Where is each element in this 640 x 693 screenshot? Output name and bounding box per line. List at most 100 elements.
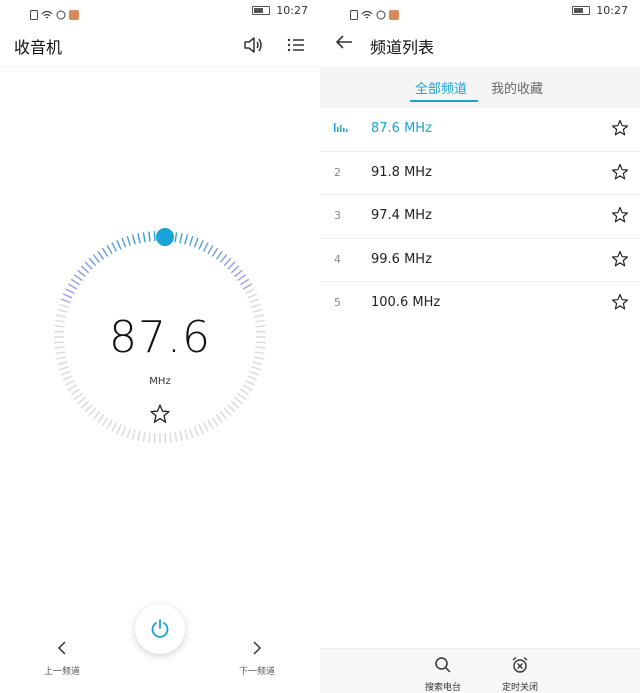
- dial-tick: [219, 411, 228, 420]
- search-icon: [435, 657, 451, 673]
- dial-tick: [106, 244, 113, 255]
- dial-tick: [92, 411, 101, 420]
- dial-tick: [148, 231, 151, 242]
- status-right: 10:27: [572, 4, 628, 17]
- dial-tick: [245, 288, 255, 295]
- star-icon: [611, 250, 629, 267]
- favorite-toggle[interactable]: [610, 162, 630, 182]
- dial-tick: [148, 432, 151, 443]
- dial-tick: [60, 298, 71, 304]
- speaker-button[interactable]: [240, 32, 266, 58]
- dial-tick: [111, 242, 118, 252]
- page-title: 频道列表: [370, 38, 435, 57]
- dial-tick: [97, 414, 105, 424]
- tab-all-channels[interactable]: 全部频道: [415, 78, 467, 97]
- dial-tick: [97, 250, 105, 260]
- status-time: 10:27: [276, 4, 308, 17]
- chevron-right-icon: [253, 641, 262, 655]
- tab-favorites[interactable]: 我的收藏: [491, 78, 543, 97]
- back-button[interactable]: [334, 32, 358, 56]
- list-icon: [287, 38, 304, 52]
- dial-tick: [80, 265, 90, 274]
- dial-tick: [65, 288, 75, 295]
- channel-frequency: 99.6 MHz: [371, 251, 432, 267]
- nfc-icon: [56, 5, 66, 24]
- channel-row[interactable]: 3 97.4 MHz: [320, 195, 640, 239]
- dial-tick: [101, 247, 109, 257]
- channel-row[interactable]: 2 91.8 MHz: [320, 152, 640, 196]
- dial-tick: [227, 404, 236, 413]
- status-icons: [350, 5, 399, 24]
- dial-tick: [193, 237, 199, 248]
- dial-tick: [219, 254, 228, 263]
- dial-tick: [84, 261, 93, 270]
- favorite-toggle[interactable]: [610, 249, 630, 269]
- nfc-icon: [376, 5, 386, 24]
- dial-tick: [70, 388, 80, 396]
- next-channel-label: 下一频道: [238, 667, 275, 677]
- favorite-button[interactable]: [148, 402, 172, 426]
- dial-tick: [111, 422, 118, 432]
- star-icon: [611, 163, 629, 180]
- dial-tick: [73, 392, 83, 400]
- battery-icon: [252, 6, 271, 15]
- dial-tick: [251, 303, 262, 308]
- power-button[interactable]: [135, 604, 185, 654]
- dial-tick: [84, 404, 93, 413]
- star-icon: [611, 207, 629, 223]
- dial-tick: [223, 257, 232, 267]
- dial-tick: [237, 274, 247, 282]
- dial-tick: [211, 247, 219, 257]
- next-channel-button[interactable]: 下一频道: [217, 640, 297, 677]
- battery-icon: [572, 6, 591, 15]
- channel-row[interactable]: 87.6 MHz: [320, 108, 640, 152]
- dial-tick: [137, 430, 141, 441]
- favorite-toggle[interactable]: [610, 205, 630, 225]
- sleep-timer-label: 定时关闭: [501, 683, 538, 693]
- status-time: 10:27: [596, 4, 628, 17]
- dial-tick: [247, 293, 258, 299]
- dial-tick: [116, 239, 122, 250]
- sleep-timer-button[interactable]: 定时关闭: [490, 656, 550, 693]
- dial-tick: [58, 366, 69, 371]
- dial-tick: [189, 235, 194, 246]
- speaker-icon: [244, 37, 262, 53]
- dial-tick: [164, 432, 167, 443]
- dial-tick: [88, 407, 97, 417]
- prev-channel-button[interactable]: 上一频道: [22, 640, 102, 677]
- alarm-off-icon: [512, 656, 528, 673]
- favorite-toggle[interactable]: [610, 118, 630, 138]
- dial-tick: [189, 428, 194, 439]
- dial-tick: [223, 407, 232, 417]
- search-stations-button[interactable]: 搜索电台: [413, 656, 473, 693]
- dial-tick: [211, 417, 219, 427]
- dial-tick: [251, 366, 262, 371]
- status-bar: 10:27: [0, 0, 320, 24]
- favorite-toggle[interactable]: [610, 292, 630, 312]
- page-title: 收音机: [14, 38, 63, 57]
- dial-tick: [142, 232, 146, 243]
- dial-tick: [126, 428, 131, 439]
- channel-row[interactable]: 4 99.6 MHz: [320, 239, 640, 283]
- dial-tick: [179, 430, 183, 441]
- dial-tick: [58, 303, 69, 308]
- status-right: 10:27: [252, 4, 308, 17]
- dial-tick: [237, 392, 247, 400]
- channel-frequency: 91.8 MHz: [371, 164, 432, 180]
- channel-index: 3: [334, 209, 341, 223]
- frequency-unit: MHz: [149, 376, 171, 387]
- dial-tick: [227, 261, 236, 270]
- dial-tick: [193, 426, 199, 437]
- list-header: 频道列表: [320, 24, 640, 66]
- dial-tick: [67, 283, 78, 290]
- channel-list-button[interactable]: [283, 32, 309, 58]
- app-notification-icon: [389, 5, 399, 24]
- dial-tick: [131, 234, 136, 245]
- dial-knob[interactable]: [156, 228, 174, 246]
- sim-icon: [30, 5, 38, 24]
- dial-tick: [230, 265, 240, 274]
- sim-icon: [350, 5, 358, 24]
- wifi-icon: [41, 5, 53, 24]
- dial-tick: [249, 298, 260, 304]
- channel-row[interactable]: 5 100.6 MHz: [320, 282, 640, 326]
